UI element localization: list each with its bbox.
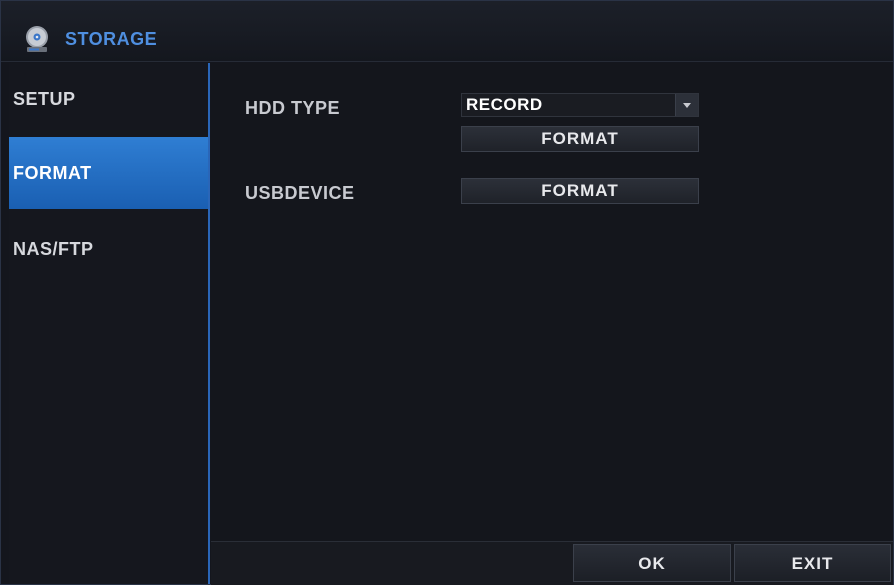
window-title: STORAGE: [65, 29, 158, 49]
sidebar-item-format[interactable]: FORMAT: [9, 137, 209, 209]
sidebar-item-nas-ftp[interactable]: NAS/FTP: [9, 213, 209, 285]
sidebar: SETUP FORMAT NAS/FTP: [9, 63, 209, 584]
storage-window: STORAGE SETUP FORMAT NAS/FTP HDD TYPE RE…: [0, 0, 894, 585]
exit-button[interactable]: EXIT: [734, 544, 891, 582]
usb-format-button[interactable]: FORMAT: [461, 178, 699, 204]
title-bar: STORAGE: [1, 1, 893, 62]
sidebar-item-setup[interactable]: SETUP: [9, 63, 209, 135]
sidebar-item-label: SETUP: [13, 89, 76, 109]
sidebar-divider: [208, 63, 210, 584]
sidebar-item-label: NAS/FTP: [13, 239, 94, 259]
chevron-down-icon[interactable]: [675, 94, 698, 116]
hdd-type-value: RECORD: [466, 95, 543, 114]
hdd-format-button[interactable]: FORMAT: [461, 126, 699, 152]
sidebar-item-label: FORMAT: [13, 163, 92, 183]
hdd-type-select[interactable]: RECORD: [461, 93, 699, 117]
usb-device-label: USBDEVICE: [245, 183, 355, 203]
ok-button[interactable]: OK: [573, 544, 731, 582]
disc-storage-icon: [26, 26, 48, 52]
hdd-type-label: HDD TYPE: [245, 98, 341, 118]
